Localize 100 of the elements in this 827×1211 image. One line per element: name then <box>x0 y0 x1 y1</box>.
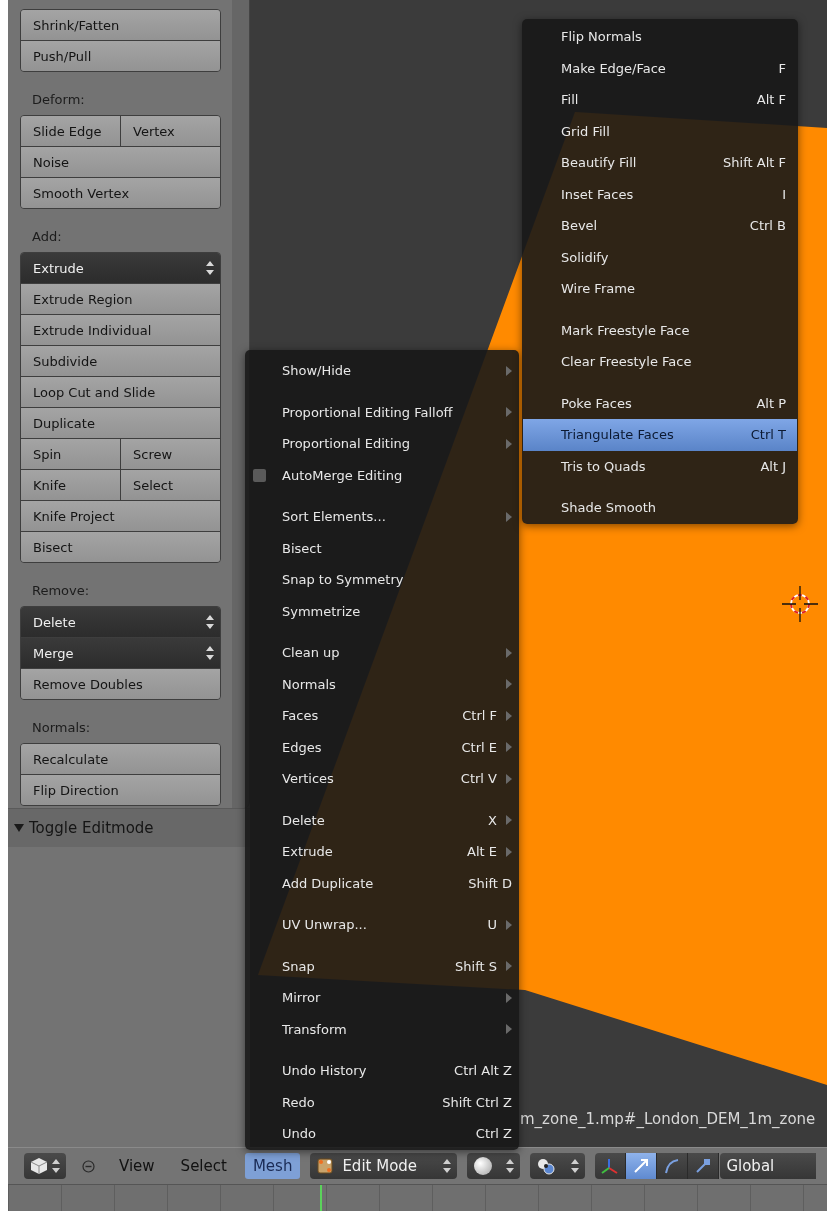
shortcut-text: Shift Ctrl Z <box>442 1094 512 1110</box>
shortcut-text: Ctrl Alt Z <box>454 1063 512 1079</box>
orientation-dropdown[interactable]: Global <box>720 1153 817 1179</box>
tool-button[interactable]: Recalculate <box>21 744 220 774</box>
menu-item[interactable]: Edges Ctrl E <box>245 731 519 763</box>
up-down-arrows-icon <box>206 261 214 275</box>
sphere-icon <box>473 1156 494 1176</box>
editor-type-button[interactable] <box>24 1153 66 1179</box>
tool-button[interactable]: Loop Cut and Slide <box>21 377 220 407</box>
tool-button[interactable]: Flip Direction <box>21 775 220 805</box>
tool-button[interactable]: Push/Pull <box>21 41 220 71</box>
menu-item[interactable]: Redo Shift Ctrl Z <box>245 1086 519 1118</box>
dropdown-button[interactable]: Merge <box>21 638 220 668</box>
arrow-icon <box>632 1157 651 1175</box>
menu-item[interactable]: Bevel Ctrl B <box>523 210 797 242</box>
menu-item[interactable]: Beautify Fill Shift Alt F <box>523 147 797 179</box>
tool-button[interactable]: Noise <box>21 147 220 177</box>
tool-button[interactable]: Smooth Vertex <box>21 178 220 208</box>
menu-item[interactable]: Solidify <box>523 241 797 273</box>
tool-button[interactable]: Subdivide <box>21 346 220 376</box>
shortcut-text: Alt E <box>467 844 497 860</box>
menu-item[interactable]: Shade Smooth <box>523 492 797 524</box>
menu-item[interactable]: Vertices Ctrl V <box>245 763 519 795</box>
menu-item[interactable]: Normals <box>245 668 519 700</box>
menu-item[interactable]: Tris to Quads Alt J <box>523 450 797 482</box>
tool-button[interactable]: Knife <box>21 470 120 500</box>
menu-item[interactable]: Fill Alt F <box>523 84 797 116</box>
shading-dropdown[interactable] <box>467 1153 521 1179</box>
menu-item[interactable]: Snap Shift S <box>245 950 519 982</box>
menu-item[interactable]: Inset Faces I <box>523 178 797 210</box>
manipulator-button[interactable] <box>626 1153 658 1179</box>
menu-item[interactable]: Sort Elements... <box>245 501 519 533</box>
menu-item[interactable]: Clear Freestyle Face <box>523 346 797 378</box>
checkbox[interactable] <box>253 468 266 482</box>
shortcut-text: Alt P <box>756 395 786 411</box>
menu-item[interactable]: Mark Freestyle Face <box>523 314 797 346</box>
shortcut-text: Ctrl B <box>749 218 786 234</box>
menu-item[interactable]: Triangulate Faces Ctrl T <box>523 419 797 451</box>
up-down-arrows-icon <box>506 1159 515 1173</box>
menu-item[interactable]: Bisect <box>245 532 519 564</box>
cube-icon <box>30 1157 48 1175</box>
tool-button[interactable]: Spin <box>21 439 120 469</box>
shortcut-text: Ctrl T <box>750 427 786 443</box>
tool-button[interactable]: Knife Project <box>21 501 220 531</box>
section-label: Deform: <box>31 91 86 109</box>
menu-item[interactable]: Add Duplicate Shift D <box>245 867 519 899</box>
menu-tab[interactable]: Mesh <box>244 1153 301 1179</box>
mode-dropdown[interactable]: Edit Mode <box>310 1153 458 1179</box>
shortcut-text: Ctrl Z <box>475 1126 512 1142</box>
menu-item[interactable]: Symmetrize <box>245 595 519 627</box>
dropdown-button[interactable]: Delete <box>21 607 220 637</box>
shortcut-text: Ctrl F <box>462 708 497 724</box>
object-label: m_zone_1.mp#_London_DEM_1m_zone <box>520 1110 816 1128</box>
tool-button[interactable]: Select <box>120 470 220 500</box>
up-down-arrows-icon <box>206 615 214 629</box>
menu-item[interactable]: Undo History Ctrl Alt Z <box>245 1055 519 1087</box>
tool-button[interactable]: Slide Edge <box>21 116 120 146</box>
menu-item[interactable]: Transform <box>245 1013 519 1045</box>
menu-item[interactable]: Wire Frame <box>523 273 797 305</box>
shortcut-text: Shift S <box>455 958 497 974</box>
menu-item[interactable]: Grid Fill <box>523 115 797 147</box>
menu-item[interactable]: Poke Faces Alt P <box>523 387 797 419</box>
section-label: Remove: <box>31 582 91 600</box>
menu-item[interactable]: AutoMerge Editing <box>245 459 519 491</box>
menu-item[interactable]: Proportional Editing <box>245 428 519 460</box>
3d-cursor-icon[interactable] <box>780 584 820 624</box>
up-down-arrows-icon <box>443 1159 452 1173</box>
up-down-arrows-icon <box>52 1159 60 1173</box>
menu-item[interactable]: Proportional Editing Falloff <box>245 396 519 428</box>
menu-item[interactable]: Make Edge/Face F <box>523 52 797 84</box>
menu-tab[interactable]: View <box>111 1153 163 1179</box>
mesh-cube-icon <box>316 1157 335 1175</box>
tool-button[interactable]: Vertex <box>120 116 220 146</box>
tool-button[interactable]: Screw <box>120 439 220 469</box>
up-down-arrows-icon <box>206 646 214 660</box>
tool-button[interactable]: Extrude Individual <box>21 315 220 345</box>
expanded-triangle-icon[interactable] <box>14 823 24 833</box>
menu-item[interactable]: Undo Ctrl Z <box>245 1118 519 1150</box>
menu-tab[interactable]: Select <box>172 1153 235 1179</box>
shortcut-text: Shift Alt F <box>723 155 786 171</box>
shortcut-text: Shift D <box>468 875 512 891</box>
tool-button[interactable]: Remove Doubles <box>21 669 220 699</box>
menu-item[interactable]: UV Unwrap... U <box>245 909 519 941</box>
shortcut-text: X <box>488 812 497 828</box>
tool-button[interactable]: Bisect <box>21 532 220 562</box>
tool-button[interactable]: Shrink/Fatten <box>21 10 220 40</box>
minus-circle-icon[interactable] <box>82 1159 95 1173</box>
tool-button[interactable]: Extrude Region <box>21 284 220 314</box>
menu-item[interactable]: Mirror <box>245 982 519 1014</box>
menu-item[interactable]: Snap to Symmetry <box>245 564 519 596</box>
menu-item[interactable]: Clean up <box>245 637 519 669</box>
menu-item[interactable]: Flip Normals <box>523 21 797 53</box>
tool-button[interactable]: Duplicate <box>21 408 220 438</box>
menu-item[interactable]: Faces Ctrl F <box>245 700 519 732</box>
manipulator-button[interactable] <box>595 1153 627 1179</box>
shortcut-text: Ctrl V <box>460 771 497 787</box>
section-label: Normals: <box>31 719 92 737</box>
menu-item[interactable]: Show/Hide <box>245 355 519 387</box>
pivot-dropdown[interactable] <box>530 1153 586 1179</box>
dropdown-button[interactable]: Extrude <box>21 253 220 283</box>
